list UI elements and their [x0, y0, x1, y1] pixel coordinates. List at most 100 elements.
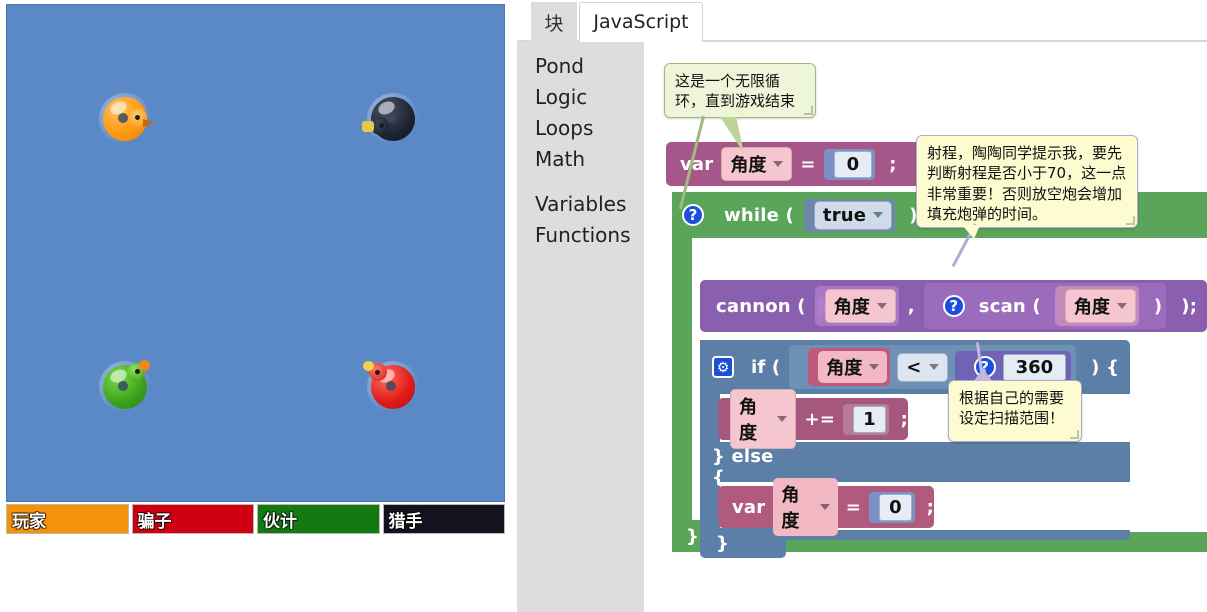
question-mark-icon[interactable]: ? — [942, 295, 965, 317]
avatar-eye — [379, 123, 384, 128]
comment-text: 根据自己的需要设定扫描范围！ — [959, 389, 1065, 428]
pond-canvas[interactable] — [6, 4, 505, 502]
toolbox-item-loops[interactable]: Loops — [517, 112, 644, 143]
boolean-dropdown[interactable]: true — [813, 200, 893, 230]
player-legend-bar: 玩家 骗子 伙计 猎手 — [6, 504, 505, 534]
variable-name-label: 角度 — [833, 297, 870, 318]
toolbox-item-variables[interactable]: Variables — [517, 188, 644, 219]
semicolon-label: ; — [889, 153, 897, 175]
legend-label: 骗子 — [137, 511, 172, 532]
blockly-workspace[interactable]: var 角度 = 0 ; ? while ( true) cannon (角… — [644, 42, 1207, 612]
tab-blocks-label: 块 — [544, 12, 564, 35]
resize-handle-icon[interactable] — [1070, 430, 1079, 439]
tab-javascript[interactable]: JavaScript — [579, 2, 703, 42]
compare-value-field[interactable]: 360 — [1002, 353, 1067, 381]
variable-name-label: 角度 — [826, 358, 863, 379]
if-close-label: ) { — [1091, 356, 1120, 378]
pond-game-panel: 玩家 骗子 伙计 猎手 指南 运行 — [0, 0, 517, 612]
cannon-close-label: ); — [1181, 295, 1198, 317]
increment-value-field[interactable]: 1 — [853, 405, 886, 433]
close-brace-outer-label: } — [686, 525, 700, 547]
chevron-down-icon — [773, 161, 784, 167]
resize-handle-icon[interactable] — [804, 106, 813, 115]
cannon-arg2-socket[interactable]: ? scan ( 角度 ) — [923, 283, 1167, 329]
variable-dropdown[interactable]: 角度 — [818, 351, 888, 383]
compare-op-dropdown[interactable]: < — [897, 352, 948, 382]
comment-tail-scan-range — [974, 368, 992, 381]
comma-label: , — [907, 295, 915, 317]
player-avatar-green — [99, 360, 155, 413]
legend-label: 玩家 — [12, 511, 46, 532]
boolean-socket[interactable]: true — [803, 198, 896, 232]
compare-left-socket[interactable]: 角度 — [808, 348, 891, 386]
variable-name-label: 角度 — [781, 485, 800, 532]
toolbox-label: Functions — [535, 222, 631, 247]
avatar-pupil — [118, 113, 128, 123]
chevron-down-icon — [873, 212, 884, 218]
legend-chip-sniper: 猎手 — [382, 504, 505, 534]
toolbox-item-functions[interactable]: Functions — [517, 219, 644, 250]
cannon-name-label: cannon ( — [716, 295, 806, 317]
number-socket[interactable]: 0 — [869, 491, 915, 523]
gear-icon[interactable]: ⚙ — [712, 356, 734, 378]
while-keyword-label: while ( — [724, 204, 794, 226]
scan-name-label: scan ( — [978, 295, 1041, 317]
while-loop-left-spine — [672, 192, 692, 552]
comment-scan-range[interactable]: 根据自己的需要设定扫描范围！ — [948, 380, 1082, 442]
init-value-field[interactable]: 0 — [833, 150, 873, 178]
avatar-pupil — [386, 381, 396, 391]
variable-dropdown[interactable]: 角度 — [1064, 289, 1136, 323]
number-socket[interactable]: 0 — [823, 148, 876, 180]
toolbox-label: Logic — [535, 84, 588, 109]
legend-label: 伙计 — [263, 511, 297, 532]
question-mark-icon[interactable]: ? — [682, 204, 704, 226]
variable-dropdown[interactable]: 角度 — [730, 389, 797, 449]
semicolon-label: ; — [926, 496, 934, 518]
var-keyword-label: var — [732, 496, 766, 518]
pond-button-row: 指南 运行 — [0, 545, 517, 612]
tab-blocks[interactable]: 块 — [531, 2, 577, 42]
avatar-eye — [135, 115, 140, 120]
comment-text: 射程，陶陶同学提示我，要先判断射程是否小于70，这一点非常重要！否则放空炮会增加… — [927, 144, 1127, 223]
player-avatar-orange — [99, 93, 155, 145]
compare-right-socket[interactable]: ? 360 — [954, 350, 1072, 384]
toolbox-divider — [517, 174, 644, 188]
chevron-down-icon — [1116, 303, 1127, 309]
legend-chip-player: 玩家 — [6, 504, 129, 534]
cannon-call-block[interactable]: cannon ( 角度 , ? scan ( 角度)); — [700, 280, 1207, 332]
chevron-down-icon — [876, 303, 887, 309]
toolbox-item-logic[interactable]: Logic — [517, 81, 644, 112]
chevron-down-icon — [777, 416, 788, 422]
increment-value-socket[interactable]: 1 — [843, 403, 889, 435]
socket-plug — [959, 358, 969, 376]
comment-tail-range-tip — [962, 225, 980, 239]
toolbox-item-pond[interactable]: Pond — [517, 50, 644, 81]
variable-name-label: 角度 — [730, 155, 767, 176]
comment-infinite-loop[interactable]: 这是一个无限循环，直到游戏结束 — [664, 63, 816, 118]
reset-value-field[interactable]: 0 — [879, 493, 912, 521]
compare-op-label: < — [906, 356, 922, 378]
comment-text: 这是一个无限循环，直到游戏结束 — [675, 72, 796, 111]
comment-range-tip[interactable]: 射程，陶陶同学提示我，要先判断射程是否小于70，这一点非常重要！否则放空炮会增加… — [916, 135, 1138, 228]
toolbox-item-math[interactable]: Math — [517, 143, 644, 174]
var-declare-block[interactable]: var 角度 = 0 ; — [666, 142, 956, 186]
chevron-down-icon — [819, 504, 830, 510]
toolbox-label: Pond — [535, 53, 584, 78]
assign-op-label: = — [800, 153, 816, 175]
code-editor-panel: 块 JavaScript Pond Logic Loops Math Varia… — [517, 0, 1207, 612]
avatar-beak — [363, 361, 374, 371]
resize-handle-icon[interactable] — [1126, 216, 1135, 225]
cannon-arg1-socket[interactable]: 角度 — [814, 286, 899, 326]
scan-arg-socket[interactable]: 角度 — [1054, 286, 1139, 326]
chevron-down-icon — [928, 364, 939, 370]
variable-dropdown[interactable]: 角度 — [824, 289, 896, 323]
while-close-brace-row: } — [672, 520, 752, 552]
socket-plug — [794, 358, 804, 376]
increment-block[interactable]: 角度 += 1 ; — [718, 389, 908, 449]
semicolon-label: ; — [900, 408, 908, 430]
app-root: 玩家 骗子 伙计 猎手 指南 运行 块 — [0, 0, 1207, 612]
avatar-eye — [375, 370, 380, 375]
avatar-beak — [143, 119, 155, 127]
if-keyword-label: if ( — [751, 356, 781, 378]
increment-op-label: += — [804, 408, 836, 430]
